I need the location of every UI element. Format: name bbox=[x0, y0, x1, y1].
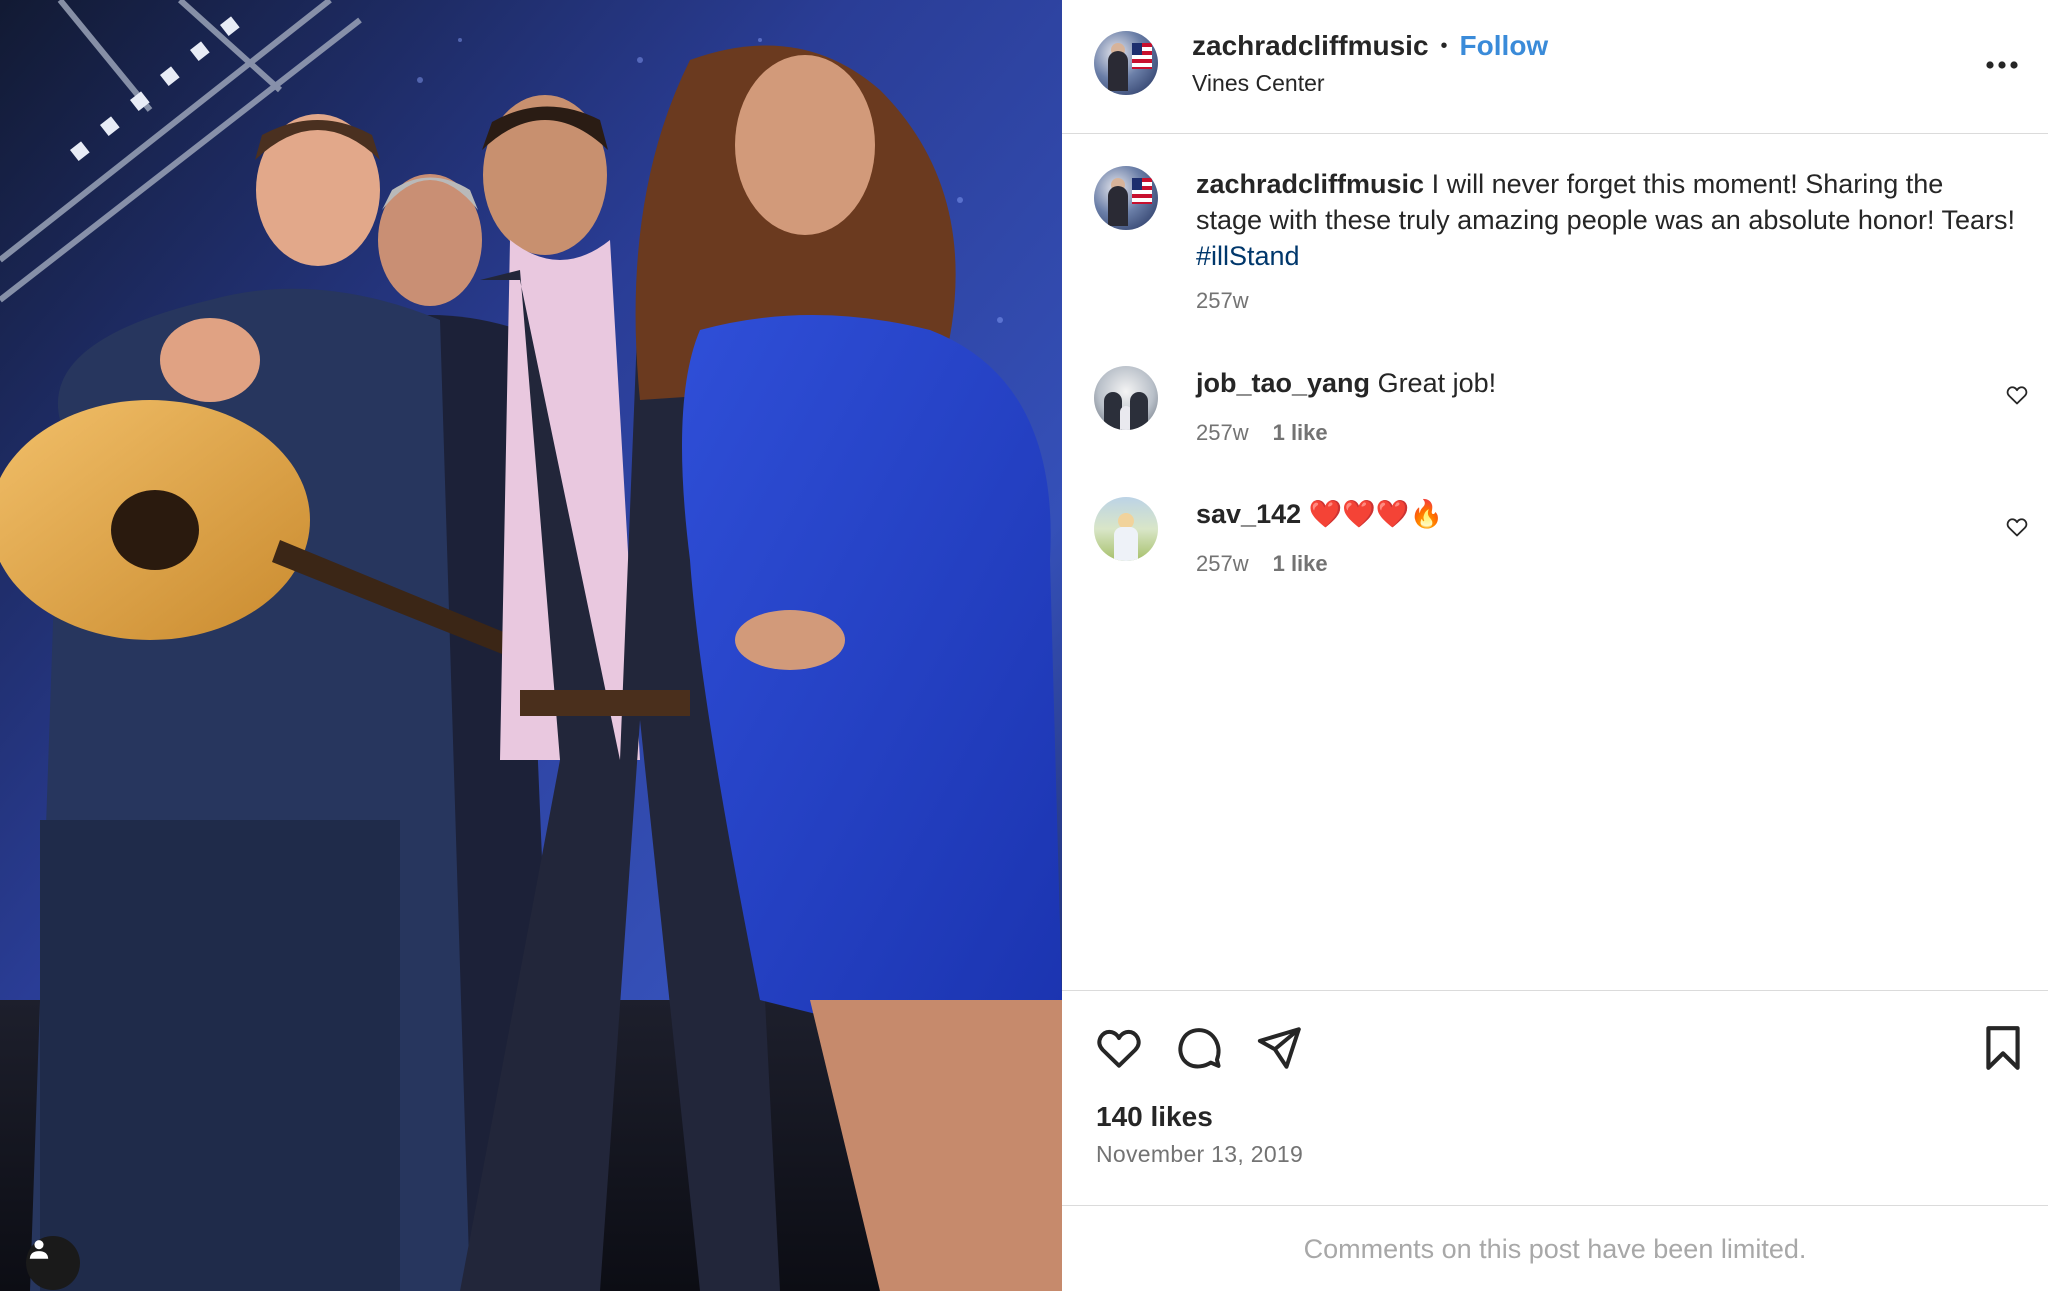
stage-photo-illustration bbox=[0, 0, 1062, 1291]
comments-limited-notice: Comments on this post have been limited. bbox=[1062, 1205, 2048, 1292]
author-avatar[interactable] bbox=[1094, 31, 1158, 95]
commenter-avatar[interactable] bbox=[1094, 497, 1158, 561]
author-username[interactable]: zachradcliffmusic bbox=[1192, 30, 1429, 62]
comment-like-heart-icon[interactable] bbox=[2005, 515, 2029, 539]
person-tag-icon bbox=[29, 1240, 49, 1259]
follow-button[interactable]: Follow bbox=[1460, 30, 1549, 62]
comment-text: Great job! bbox=[1377, 368, 1497, 398]
separator-dot: • bbox=[1440, 34, 1448, 57]
comment-like-heart-icon[interactable] bbox=[2005, 383, 2029, 407]
post-location[interactable]: Vines Center bbox=[1192, 70, 1325, 97]
comment-likes[interactable]: 1 like bbox=[1273, 420, 1328, 446]
comment-username[interactable]: sav_142 bbox=[1196, 499, 1301, 529]
comment-likes[interactable]: 1 like bbox=[1273, 551, 1328, 577]
like-heart-icon[interactable] bbox=[1094, 1023, 1144, 1073]
post-date[interactable]: November 13, 2019 bbox=[1096, 1141, 1303, 1168]
caption: zachradcliffmusic I will never forget th… bbox=[1196, 166, 2016, 274]
comment-text: ❤️❤️❤️🔥 bbox=[1308, 499, 1444, 529]
more-options-button[interactable] bbox=[1982, 50, 2022, 80]
caption-author-avatar[interactable] bbox=[1094, 166, 1158, 230]
likes-count[interactable]: 140 likes bbox=[1096, 1101, 1213, 1133]
post-header: zachradcliffmusic • Follow Vines Center bbox=[1062, 0, 2048, 134]
post-actions: 140 likes November 13, 2019 bbox=[1062, 990, 2048, 1207]
comment-bubble-icon[interactable] bbox=[1174, 1023, 1224, 1073]
share-paper-plane-icon[interactable] bbox=[1254, 1023, 1304, 1073]
caption-hashtag[interactable]: #illStand bbox=[1196, 241, 1300, 271]
comments-limited-text: Comments on this post have been limited. bbox=[1303, 1233, 1807, 1264]
tagged-people-button[interactable] bbox=[26, 1236, 80, 1290]
save-bookmark-icon[interactable] bbox=[1980, 1023, 2026, 1073]
comment-time[interactable]: 257w bbox=[1196, 551, 1249, 577]
ellipsis-icon bbox=[1986, 61, 2018, 69]
post-details-panel: zachradcliffmusic • Follow Vines Center … bbox=[1062, 0, 2048, 1291]
caption-username[interactable]: zachradcliffmusic bbox=[1196, 169, 1424, 199]
comment-time[interactable]: 257w bbox=[1196, 420, 1249, 446]
comment-username[interactable]: job_tao_yang bbox=[1196, 368, 1370, 398]
commenter-avatar[interactable] bbox=[1094, 366, 1158, 430]
post-photo[interactable] bbox=[0, 0, 1062, 1291]
caption-time[interactable]: 257w bbox=[1196, 288, 1249, 314]
